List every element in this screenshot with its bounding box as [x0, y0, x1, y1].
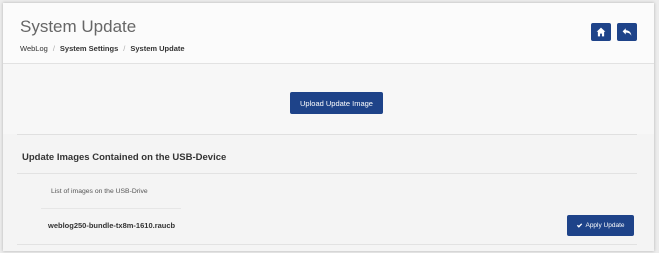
breadcrumb-item-weblog[interactable]: WebLog	[20, 44, 48, 53]
home-icon	[596, 27, 606, 37]
row-divider	[17, 244, 637, 245]
apply-update-label: Apply Update	[585, 222, 625, 229]
breadcrumb-item-system-settings[interactable]: System Settings	[60, 44, 118, 53]
home-button[interactable]	[591, 23, 611, 41]
app-window: System Update WebLog / System Settings / Sys…	[3, 3, 654, 251]
page-header: System Update WebLog / System Settings / Sys…	[3, 3, 654, 64]
list-divider	[41, 208, 181, 209]
check-icon	[577, 223, 583, 228]
image-list-header: List of images on the USB-Drive	[51, 188, 148, 195]
page-title: System Update	[20, 17, 137, 36]
breadcrumb-separator: /	[52, 44, 55, 53]
upload-update-image-button[interactable]: Upload Update Image	[290, 92, 383, 114]
section-divider	[17, 134, 637, 135]
back-icon	[622, 28, 632, 36]
breadcrumb-item-system-update: System Update	[130, 44, 185, 53]
image-file-name: weblog250-bundle-tx8m-1610.raucb	[48, 221, 176, 230]
breadcrumb: WebLog / System Settings / System Update	[20, 44, 185, 53]
breadcrumb-separator: /	[123, 44, 126, 53]
upload-section: Upload Update Image	[3, 64, 654, 134]
apply-update-button[interactable]: Apply Update	[567, 215, 634, 236]
back-button[interactable]	[617, 23, 637, 41]
usb-section-title: Update Images Contained on the USB-Devic…	[22, 152, 227, 163]
section-divider	[17, 173, 637, 174]
